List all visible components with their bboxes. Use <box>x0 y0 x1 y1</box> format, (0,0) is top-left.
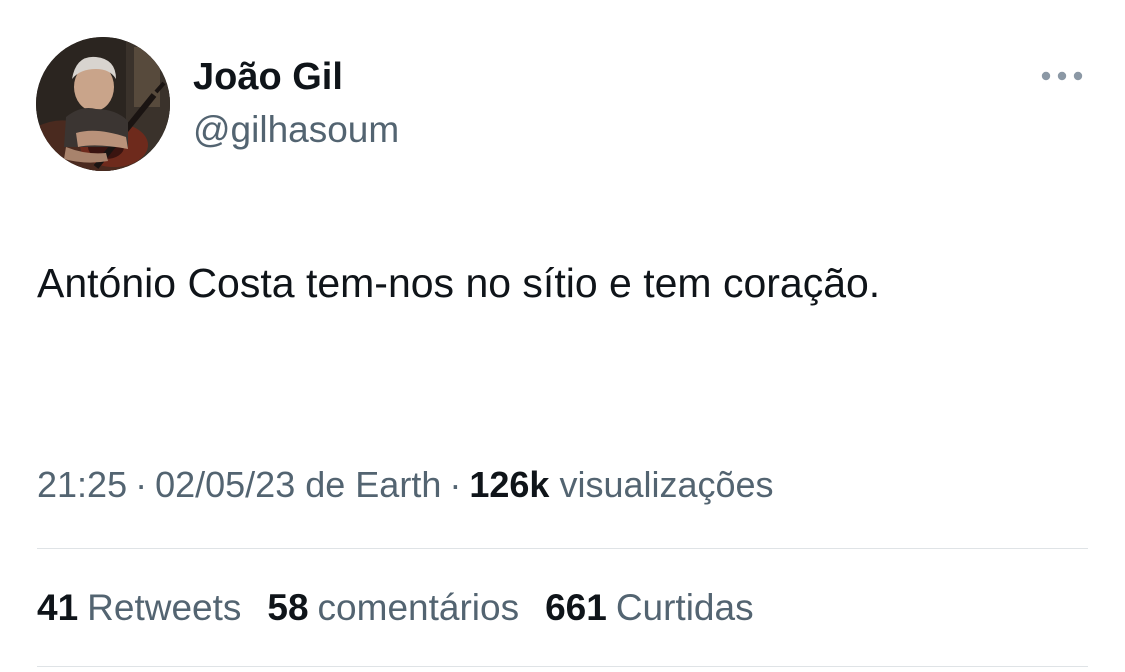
tweet-text: António Costa tem-nos no sítio e tem cor… <box>37 260 881 306</box>
retweets-count: 41 <box>37 587 79 628</box>
meta-separator: · <box>135 464 148 505</box>
comments-stat[interactable]: 58 comentários <box>267 585 519 631</box>
retweets-stat[interactable]: 41 Retweets <box>37 585 241 631</box>
views-label[interactable]: visualizações <box>559 464 773 505</box>
tweet-meta: 21:25 · 02/05/23 de Earth · 126k visualizaçõ… <box>37 462 774 508</box>
meta-separator: · <box>449 464 462 505</box>
avatar-photo <box>36 37 170 171</box>
comments-count: 58 <box>267 587 309 628</box>
tweet-date[interactable]: 02/05/23 <box>155 464 295 505</box>
author-handle[interactable]: @gilhasoum <box>193 108 399 152</box>
likes-label: Curtidas <box>615 587 754 628</box>
author-avatar[interactable] <box>36 37 170 171</box>
more-options-button[interactable] <box>1036 60 1088 92</box>
tweet-stats: 41 Retweets 58 comentários 661 Curtidas <box>37 585 754 631</box>
retweets-label: Retweets <box>87 587 242 628</box>
more-horizontal-icon <box>1041 71 1083 81</box>
views-count: 126k <box>469 464 550 505</box>
tweet-card: João Gil @gilhasoum António Costa tem-no… <box>0 0 1125 672</box>
divider <box>37 548 1088 549</box>
tweet-time[interactable]: 21:25 <box>37 464 127 505</box>
tweet-source: de Earth <box>305 464 442 505</box>
likes-stat[interactable]: 661 Curtidas <box>545 585 754 631</box>
comments-label: comentários <box>317 587 520 628</box>
divider <box>37 666 1088 667</box>
likes-count: 661 <box>545 587 607 628</box>
author-display-name[interactable]: João Gil <box>193 55 343 99</box>
